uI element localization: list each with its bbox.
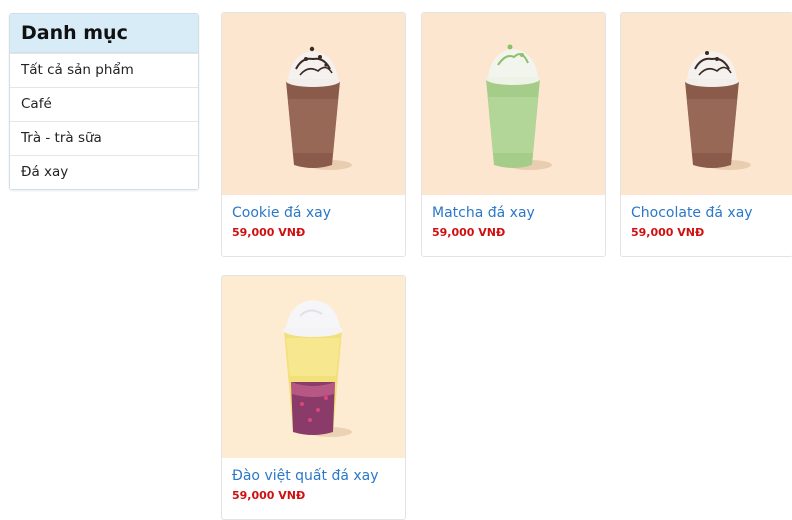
product-price: 59,000 VNĐ — [232, 489, 306, 502]
product-name[interactable]: Chocolate đá xay — [631, 204, 783, 222]
cookie-frappe-icon — [286, 46, 352, 170]
product-card[interactable]: Đào việt quất đá xay 59,000 VNĐ — [221, 275, 406, 520]
product-name[interactable]: Matcha đá xay — [432, 204, 595, 222]
product-image[interactable] — [222, 13, 405, 195]
product-image[interactable] — [422, 13, 605, 195]
product-image[interactable] — [621, 13, 792, 195]
matcha-frappe-icon — [486, 44, 552, 170]
sidebar-item-ice-blended[interactable]: Đá xay — [10, 155, 198, 189]
product-card[interactable]: Cookie đá xay 59,000 VNĐ — [221, 12, 406, 257]
category-sidebar: Danh mục Tất cả sản phẩm Café Trà - trà … — [9, 13, 199, 190]
product-price: 59,000 VNĐ — [631, 226, 705, 239]
sidebar-item-all-products[interactable]: Tất cả sản phẩm — [10, 53, 198, 87]
product-card[interactable]: Matcha đá xay 59,000 VNĐ — [421, 12, 606, 257]
sidebar-item-tea[interactable]: Trà - trà sữa — [10, 121, 198, 155]
product-name[interactable]: Đào việt quất đá xay — [232, 467, 395, 485]
sidebar-item-cafe[interactable]: Café — [10, 87, 198, 121]
category-title: Danh mục — [10, 14, 198, 53]
product-price: 59,000 VNĐ — [432, 226, 506, 239]
product-card[interactable]: Chocolate đá xay 59,000 VNĐ — [620, 12, 792, 257]
peach-blueberry-frappe-icon — [283, 300, 352, 437]
chocolate-frappe-icon — [685, 51, 751, 170]
product-name[interactable]: Cookie đá xay — [232, 204, 395, 222]
product-image[interactable] — [222, 276, 405, 458]
product-price: 59,000 VNĐ — [232, 226, 306, 239]
